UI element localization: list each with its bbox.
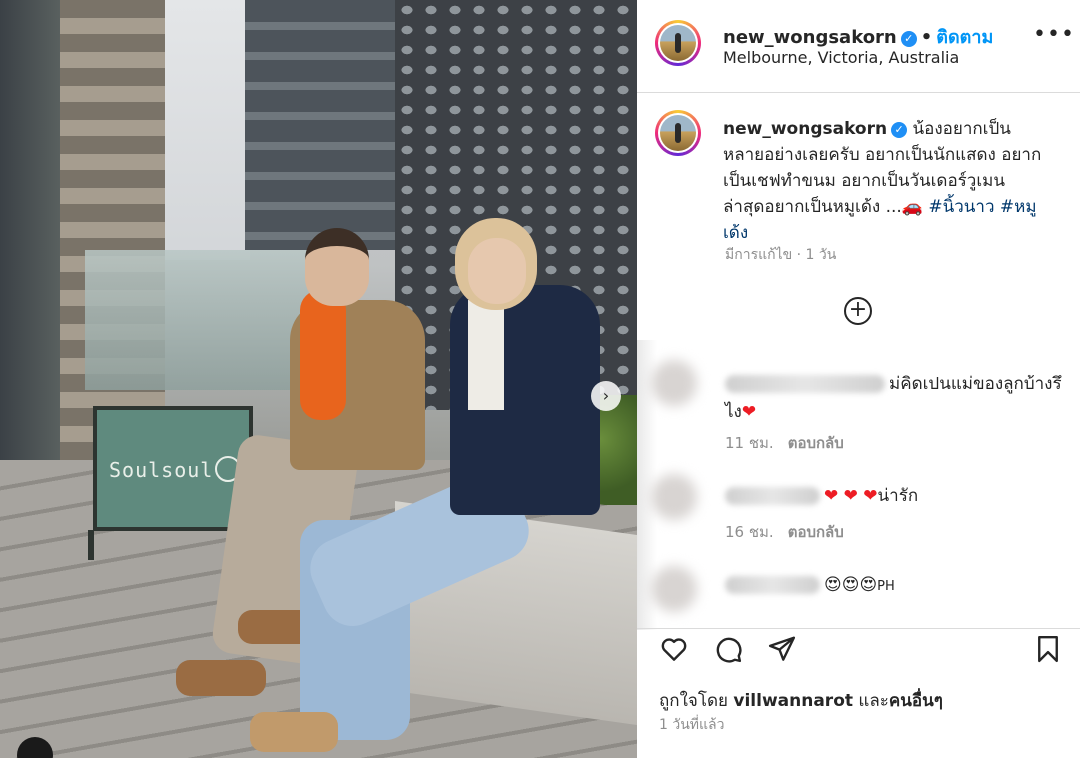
liked-by-prefix: ถูกใจโดย [659,691,728,711]
separator-dot: • [920,27,933,48]
more-options-icon[interactable]: ••• [1033,22,1075,47]
blurred-username [725,487,820,505]
follow-button[interactable]: ติดตาม [936,27,993,48]
caption-username[interactable]: new_wongsakorn [723,119,887,139]
comment: ❤ ❤ ❤น่ารัก [725,482,1070,510]
man-shoe [176,660,266,696]
blurred-username [725,576,820,594]
orange-scarf [300,290,346,420]
post-timestamp[interactable]: 1 วันที่แล้ว [659,714,724,736]
liked-by-and: และ [858,691,889,711]
woman-face [468,238,526,304]
building-middle [245,0,405,250]
comment-text: น่ารัก [877,486,919,506]
comment-avatar[interactable] [651,474,697,520]
comment-avatar[interactable] [651,566,697,612]
comment-time: 11 ชม. [725,434,774,452]
hashtag-link[interactable]: #นิ้วนาว [928,197,994,217]
caption: new_wongsakorn ✓ น้องอยากเป็นหลายอย่างเลย… [723,116,1043,246]
next-image-button[interactable]: › [591,381,621,411]
verified-badge-icon: ✓ [891,122,908,138]
comment-avatar[interactable] [651,360,697,406]
sign-leg [88,530,94,560]
post-photo[interactable]: Soulsoul › [0,0,637,758]
reply-button[interactable]: ตอบกลับ [788,523,844,541]
comment-meta: 16 ชม. ตอบกลับ [725,520,858,544]
caption-avatar[interactable] [655,110,701,156]
heart-emoji: ❤ ❤ ❤ [824,486,878,506]
liked-by-line: ถูกใจโดย villwannarot และคนอื่นๆ [659,687,943,714]
comment-time: 16 ชม. [725,523,774,541]
comment: 😍😍😍PH [725,571,1070,601]
share-plane-icon[interactable] [767,634,797,664]
woman-shoe [250,712,338,752]
post-header: new_wongsakorn ✓ • ติดตาม [723,22,993,51]
liked-by-user[interactable]: villwannarot [733,691,853,711]
sky [150,0,250,260]
post-side-panel: new_wongsakorn ✓ • ติดตาม Melbourne, Victor… [637,0,1080,758]
reply-button[interactable]: ตอบกลับ [788,434,844,452]
comment: ม่คิดเปนแม่ของลูกบ้างรึไง❤ [725,370,1070,426]
like-heart-icon[interactable] [659,634,689,664]
car-emoji: 🚗 [901,197,923,217]
emoji: 😍😍😍 [824,575,878,595]
load-more-comments-icon[interactable]: + [844,297,872,325]
shop-sign-text: Soulsoul [109,458,214,482]
author-avatar[interactable] [655,20,701,66]
comment-text: PH [877,579,895,594]
man-head [305,228,369,306]
divider [637,92,1080,93]
author-username[interactable]: new_wongsakorn [723,27,897,48]
blurred-username [725,375,885,393]
caption-meta: มีการแก้ไข · 1 วัน [725,247,837,263]
verified-badge-icon: ✓ [900,31,917,47]
comment-bubble-icon[interactable] [713,634,743,664]
woman-shirt [468,300,504,410]
heart-emoji: ❤ [741,402,757,422]
divider [637,628,1080,629]
liked-by-others-link[interactable]: คนอื่นๆ [889,691,943,711]
comment-meta: 11 ชม. ตอบกลับ [725,431,858,455]
building-left [0,0,165,470]
bookmark-icon[interactable] [1033,634,1063,664]
post-location[interactable]: Melbourne, Victoria, Australia [723,48,959,67]
